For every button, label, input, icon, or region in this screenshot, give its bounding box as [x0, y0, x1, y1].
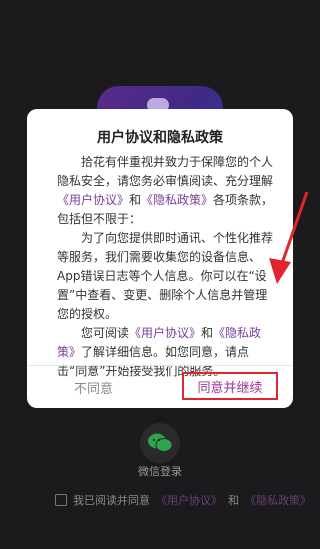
disagree-button[interactable]: 不同意	[27, 366, 160, 408]
paragraph-2: 为了向您提供即时通讯、个性化推荐等服务，我们需要收集您的设备信息、App错误日志…	[57, 231, 274, 321]
agreement-row: 我已阅读并同意 《用户协议》 和 《隐私政策》	[55, 491, 311, 509]
paragraph-1-text: 拾花有伴重视并致力于保障您的个人隐私安全，请您务必审慎阅读、充分理解	[57, 155, 274, 188]
paragraph-1: 拾花有伴重视并致力于保障您的个人隐私安全，请您务必审慎阅读、充分理解《用户协议》…	[57, 153, 279, 229]
paragraph-3-text: 您可阅读	[81, 326, 130, 340]
dialog-title: 用户协议和隐私政策	[97, 130, 223, 146]
paragraph-3-and: 和	[201, 326, 214, 340]
agreement-text: 我已阅读并同意	[73, 494, 150, 507]
wechat-icon	[148, 433, 173, 452]
wechat-login-label: 微信登录	[138, 465, 182, 478]
user-agreement-link[interactable]: 《用户协议》	[57, 193, 129, 207]
privacy-link[interactable]: 《隐私政策》	[245, 492, 311, 508]
checkbox-icon[interactable]	[55, 494, 67, 506]
privacy-dialog: 用户协议和隐私政策 拾花有伴重视并致力于保障您的个人隐私安全，请您务必审慎阅读、…	[27, 109, 293, 408]
agreement-link[interactable]: 《用户协议》	[156, 492, 222, 508]
user-agreement-link-2[interactable]: 《用户协议》	[129, 326, 201, 340]
wechat-login-button[interactable]	[140, 423, 180, 463]
agree-continue-button[interactable]: 同意并继续	[182, 372, 278, 400]
privacy-policy-link[interactable]: 《隐私政策》	[141, 193, 213, 207]
dialog-body: 拾花有伴重视并致力于保障您的个人隐私安全，请您务必审慎阅读、充分理解《用户协议》…	[57, 153, 279, 381]
paragraph-1-and: 和	[129, 193, 142, 207]
agreement-and: 和	[228, 494, 239, 507]
